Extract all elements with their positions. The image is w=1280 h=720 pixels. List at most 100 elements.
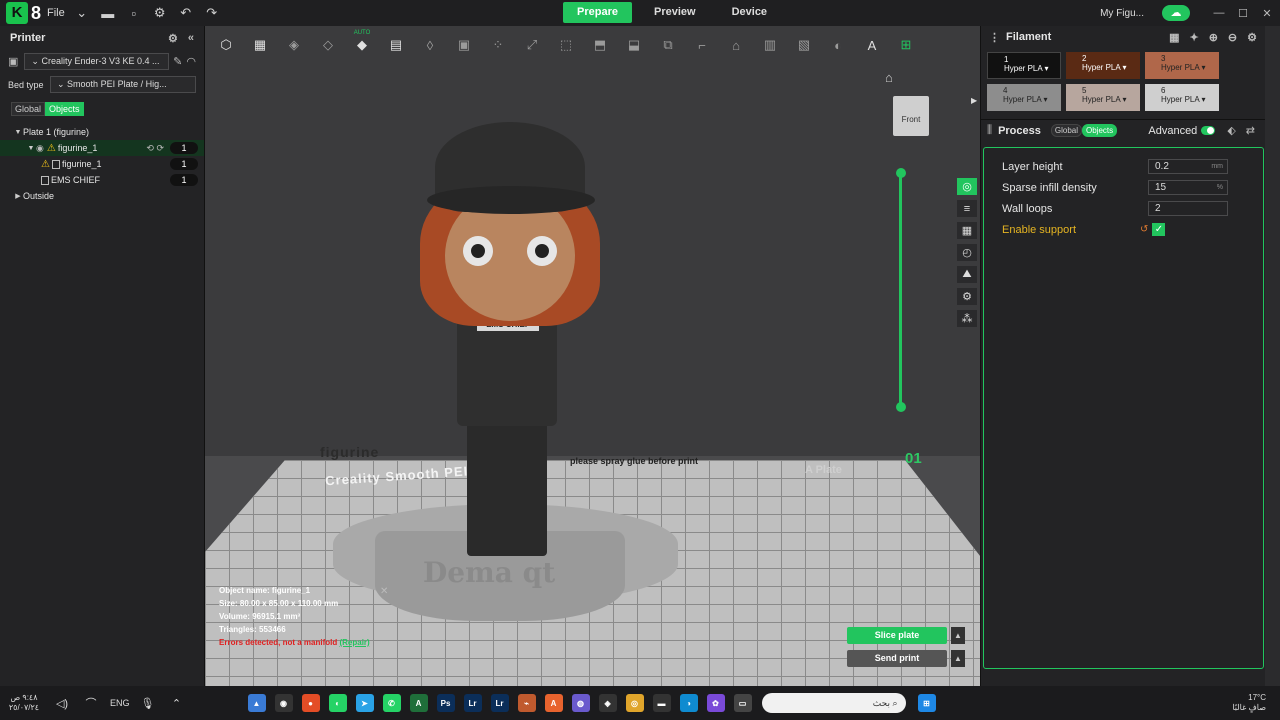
wall-loops-input[interactable]: 2 — [1148, 201, 1228, 216]
taskbar-app-icon[interactable]: Lr — [463, 694, 482, 712]
reset-icon[interactable]: ↺ — [1140, 224, 1148, 235]
taskbar-app-icon[interactable]: ▲ — [247, 694, 266, 712]
taskbar-app-icon[interactable]: ◐ — [328, 694, 347, 712]
caret-right-icon[interactable]: ▶ — [13, 192, 23, 200]
taskbar-app-icon[interactable]: ◉ — [274, 694, 293, 712]
chevron-up-icon[interactable]: ⌃ — [166, 692, 188, 714]
close-icon[interactable]: ✕ — [1256, 7, 1278, 20]
sparse-infill-input[interactable]: 15 % — [1148, 180, 1228, 195]
minimize-icon[interactable]: — — [1208, 7, 1230, 19]
brim-icon[interactable]: ◐ — [825, 34, 851, 56]
maximize-icon[interactable]: ☐ — [1232, 7, 1254, 20]
filament-slot-2[interactable]: 2 Hyper PLA ▾ — [1066, 52, 1140, 79]
layer-slider-top-handle[interactable] — [896, 168, 906, 178]
seam-icon[interactable]: ⌂ — [723, 34, 749, 56]
collapse-icon[interactable]: « — [188, 32, 194, 44]
tab-prepare[interactable]: Prepare — [563, 2, 632, 23]
taskbar-app-icon[interactable]: ✿ — [706, 694, 725, 712]
layer-height-input[interactable]: 0.2 mm — [1148, 159, 1228, 174]
quality-tab-icon[interactable]: ◎ — [957, 178, 977, 195]
tree-row-plate[interactable]: ▼ Plate 1 (figurine) — [0, 124, 204, 140]
taskbar-app-icon[interactable]: Ps — [436, 694, 455, 712]
enable-support-checkbox[interactable]: ✓ — [1152, 223, 1166, 236]
arrange-icon[interactable]: ▤ — [383, 34, 409, 56]
orient-icon[interactable]: ◈ — [281, 34, 307, 56]
home-icon[interactable]: ⌂ — [885, 70, 893, 85]
edit-icon[interactable]: ✎ — [173, 55, 182, 68]
cut-icon[interactable]: ⬒ — [587, 34, 613, 56]
boolean-icon[interactable]: ⧉ — [655, 34, 681, 56]
others-tab-icon[interactable]: ⚙ — [957, 288, 977, 305]
gear-icon[interactable]: ⚙ — [151, 4, 169, 22]
filament-slot-3[interactable]: 3 Hyper PLA ▾ — [1145, 52, 1219, 79]
tree-row-part[interactable]: ⚠ figurine_1 1 — [0, 156, 204, 172]
filament-slot-5[interactable]: 5 Hyper PLA ▾ — [1066, 84, 1140, 111]
network-icon[interactable]: ⌒ — [80, 692, 102, 714]
taskbar-app-icon[interactable]: A — [409, 694, 428, 712]
task-view-icon[interactable]: ▭ — [733, 694, 752, 712]
split-icon[interactable]: ⁘ — [485, 34, 511, 56]
save-icon[interactable]: ▫ — [125, 4, 143, 22]
eye-icon[interactable]: ◉ — [36, 143, 44, 154]
support-tab-icon[interactable]: ⛰ — [957, 266, 977, 283]
toggle-global[interactable]: Global — [1050, 124, 1082, 137]
printer-select[interactable]: ⌄ Creality Ender-3 V3 KE 0.4 ... — [24, 52, 170, 70]
edge-icon[interactable]: ◑ — [679, 694, 698, 712]
3d-viewport[interactable]: figurine Creality Smooth PEI Plate pleas… — [205, 26, 980, 686]
tree-row-figurine[interactable]: ▼ ◉ ⚠ figurine_1 ⟲ ⟳ 1 — [0, 140, 204, 156]
taskbar-app-icon[interactable]: Lr — [490, 694, 509, 712]
taskbar-app-icon[interactable]: ◈ — [598, 694, 617, 712]
layer-slider[interactable] — [899, 172, 902, 406]
toggle-objects[interactable]: Objects — [1082, 124, 1118, 137]
panel-collapse-arrow-icon[interactable]: ▶ — [971, 96, 977, 105]
assembly-icon[interactable]: ⊞ — [893, 34, 919, 56]
undo-icon[interactable]: ↶ — [177, 4, 195, 22]
windows-start-icon[interactable]: ⊞ — [917, 694, 936, 712]
tab-device[interactable]: Device — [718, 2, 781, 23]
layer-slider-bottom-handle[interactable] — [896, 402, 906, 412]
layout-icon[interactable]: ▣ — [451, 34, 477, 56]
nozzle-icon[interactable]: ✦ — [1189, 31, 1198, 44]
scale-icon[interactable]: ⤢ — [519, 34, 545, 56]
repair-link[interactable]: (Repair) — [339, 638, 369, 647]
gear-icon[interactable]: ⚙ — [168, 32, 178, 45]
remove-icon[interactable]: ⊖ — [1228, 31, 1237, 44]
compare-icon[interactable]: ⇄ — [1246, 124, 1255, 137]
hollow-icon[interactable]: ▧ — [791, 34, 817, 56]
bed-type-select[interactable]: ⌄ Smooth PEI Plate / Hig... — [50, 76, 196, 93]
file-menu[interactable]: File — [47, 7, 65, 19]
redo-icon[interactable]: ↷ — [203, 4, 221, 22]
tree-row-outside[interactable]: ▶ Outside — [0, 188, 204, 204]
filament-count-badge[interactable]: 1 — [170, 174, 198, 186]
toggle-objects[interactable]: Objects — [45, 102, 84, 116]
taskbar-search[interactable]: بحث ⌕ — [761, 693, 906, 713]
taskbar-app-icon[interactable]: ● — [301, 694, 320, 712]
filament-count-badge[interactable]: 1 — [170, 142, 198, 154]
save-preset-icon[interactable]: ⬖ — [1227, 124, 1235, 137]
toggle-global[interactable]: Global — [11, 102, 46, 116]
filament-slot-1[interactable]: 1 Hyper PLA ▾ — [987, 52, 1061, 79]
gear-icon[interactable]: ⚙ — [1247, 31, 1257, 44]
strength-tab-icon[interactable]: ≡ — [957, 200, 977, 217]
clock[interactable]: ٩:٤٨ ص ٢٥/٠٧/٢٤ — [4, 693, 44, 713]
language-indicator[interactable]: ENG — [110, 698, 130, 708]
speaker-icon[interactable]: ◁) — [51, 692, 73, 714]
caret-down-icon[interactable]: ▼ — [13, 129, 23, 136]
close-icon[interactable]: ✕ — [380, 586, 388, 597]
support-icon[interactable]: ◊ — [417, 34, 443, 56]
row-action-icons[interactable]: ⟲ ⟳ — [146, 143, 164, 154]
speed-tab-icon[interactable]: ◴ — [957, 244, 977, 261]
taskbar-app-icon[interactable]: ➤ — [355, 694, 374, 712]
send-options-chevron-icon[interactable]: ▲ — [951, 650, 965, 667]
auto-orient-icon[interactable]: AUTO ◆ — [349, 30, 375, 56]
text-tool-icon[interactable]: A — [859, 34, 885, 56]
measure-icon[interactable]: ⌐ — [689, 34, 715, 56]
send-print-button[interactable]: Send print — [847, 650, 947, 667]
filament-slot-4[interactable]: 4 Hyper PLA ▾ — [987, 84, 1061, 111]
tab-preview[interactable]: Preview — [640, 2, 710, 23]
taskbar-app-icon[interactable]: A — [544, 694, 563, 712]
filament-sync-icon[interactable]: ▦ — [1169, 31, 1179, 44]
advanced-switch[interactable] — [1201, 126, 1216, 135]
taskbar-app-icon[interactable]: ✆ — [382, 694, 401, 712]
cloud-upload-icon[interactable]: ☁ — [1162, 5, 1190, 21]
